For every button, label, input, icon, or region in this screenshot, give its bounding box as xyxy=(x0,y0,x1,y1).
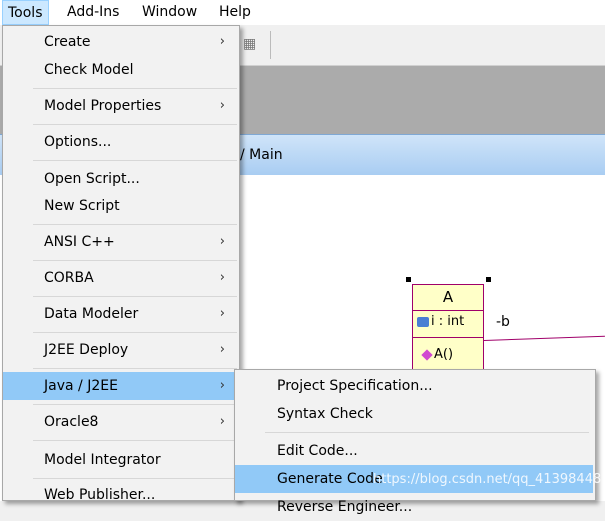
menu-item-label: Generate Code xyxy=(277,471,383,487)
tools-menu: Create › Check Model Model Properties › … xyxy=(2,25,240,503)
diagram-title: / Main xyxy=(240,147,283,163)
menu-item-project-specification[interactable]: Project Specification... xyxy=(235,372,593,400)
menu-item-label: Syntax Check xyxy=(277,406,373,422)
menu-separator xyxy=(33,296,237,297)
uml-class-name: A xyxy=(442,288,454,306)
menu-item-edit-code[interactable]: Edit Code... xyxy=(235,437,593,465)
menu-separator xyxy=(33,88,237,89)
menu-separator xyxy=(33,478,237,479)
menu-item-label: Project Specification... xyxy=(277,378,433,394)
menu-item-label: Reverse Engineer... xyxy=(277,499,413,515)
uml-divider xyxy=(413,310,483,311)
menu-separator xyxy=(33,404,237,405)
attribute-icon xyxy=(417,316,429,327)
menu-item-label: Web Publisher... xyxy=(44,487,156,503)
menu-separator xyxy=(33,224,237,225)
uml-operation: A() xyxy=(421,347,454,362)
menu-item-label: CORBA xyxy=(44,270,94,286)
association-role-label: -b xyxy=(496,314,510,330)
toolbar-button-icon[interactable]: ▦ xyxy=(243,36,256,52)
menu-item-web-publisher[interactable]: Web Publisher... xyxy=(3,481,237,509)
menu-item-oracle8[interactable]: Oracle8 › xyxy=(3,408,237,436)
menu-separator xyxy=(33,124,237,125)
menu-tools[interactable]: Tools xyxy=(2,0,49,25)
chevron-right-icon: › xyxy=(219,414,225,429)
chevron-right-icon: › xyxy=(219,306,225,321)
uml-attribute: i : int xyxy=(417,314,464,329)
chevron-right-icon: › xyxy=(219,34,225,49)
menu-item-check-model[interactable]: Check Model xyxy=(3,56,237,84)
menu-item-data-modeler[interactable]: Data Modeler › xyxy=(3,300,237,328)
menu-item-model-integrator[interactable]: Model Integrator xyxy=(3,446,237,474)
menu-item-j2ee-deploy[interactable]: J2EE Deploy › xyxy=(3,336,237,364)
uml-attribute-text: i : int xyxy=(431,314,465,329)
menu-item-label: Check Model xyxy=(44,62,134,78)
chevron-right-icon: › xyxy=(219,98,225,113)
menu-separator xyxy=(33,368,237,369)
menu-item-label: J2EE Deploy xyxy=(44,342,129,358)
menu-item-label: Java / J2EE xyxy=(44,378,118,394)
menu-item-new-script[interactable]: New Script xyxy=(3,192,237,220)
menu-separator xyxy=(33,260,237,261)
menu-add-ins[interactable]: Add-Ins xyxy=(62,0,124,25)
menu-item-syntax-check[interactable]: Syntax Check xyxy=(235,400,593,428)
chevron-right-icon: › xyxy=(219,342,225,357)
menu-item-label: Open Script... xyxy=(44,171,140,187)
menu-item-model-properties[interactable]: Model Properties › xyxy=(3,92,237,120)
menu-item-label: Create xyxy=(44,34,91,50)
menu-item-label: Edit Code... xyxy=(277,443,358,459)
uml-class-box[interactable]: A i : int A() xyxy=(412,284,484,374)
menu-item-open-script[interactable]: Open Script... xyxy=(3,165,237,193)
menu-separator xyxy=(265,432,589,433)
uml-divider xyxy=(413,337,483,338)
menu-item-java-j2ee[interactable]: Java / J2EE › xyxy=(3,372,237,400)
menu-item-ansi-cpp[interactable]: ANSI C++ › xyxy=(3,228,237,256)
menu-item-label: Model Integrator xyxy=(44,452,161,468)
menu-separator xyxy=(33,160,237,161)
operation-icon xyxy=(421,348,433,361)
menu-separator xyxy=(33,440,237,441)
menu-item-create[interactable]: Create › xyxy=(3,28,237,56)
menu-item-reverse-engineer[interactable]: Reverse Engineer... xyxy=(235,493,593,521)
menu-item-corba[interactable]: CORBA › xyxy=(3,264,237,292)
menu-item-label: Model Properties xyxy=(44,98,162,114)
selection-handle[interactable] xyxy=(486,277,491,282)
menu-item-label: Oracle8 xyxy=(44,414,99,430)
chevron-right-icon: › xyxy=(219,270,225,285)
menu-bar: Tools Add-Ins Window Help xyxy=(0,0,605,25)
selection-handle[interactable] xyxy=(406,277,411,282)
menu-item-label: Options... xyxy=(44,134,112,150)
uml-operation-text: A() xyxy=(434,347,454,362)
chevron-right-icon: › xyxy=(219,378,225,393)
toolbar-separator xyxy=(270,31,271,59)
menu-window[interactable]: Window xyxy=(137,0,202,25)
menu-item-options[interactable]: Options... xyxy=(3,128,237,156)
menu-item-label: New Script xyxy=(44,198,120,214)
menu-separator xyxy=(33,332,237,333)
chevron-right-icon: › xyxy=(219,234,225,249)
watermark-text: https://blog.csdn.net/qq_41398448 xyxy=(373,472,602,487)
menu-item-label: Data Modeler xyxy=(44,306,139,322)
menu-help[interactable]: Help xyxy=(214,0,256,25)
menu-item-label: ANSI C++ xyxy=(44,234,115,250)
